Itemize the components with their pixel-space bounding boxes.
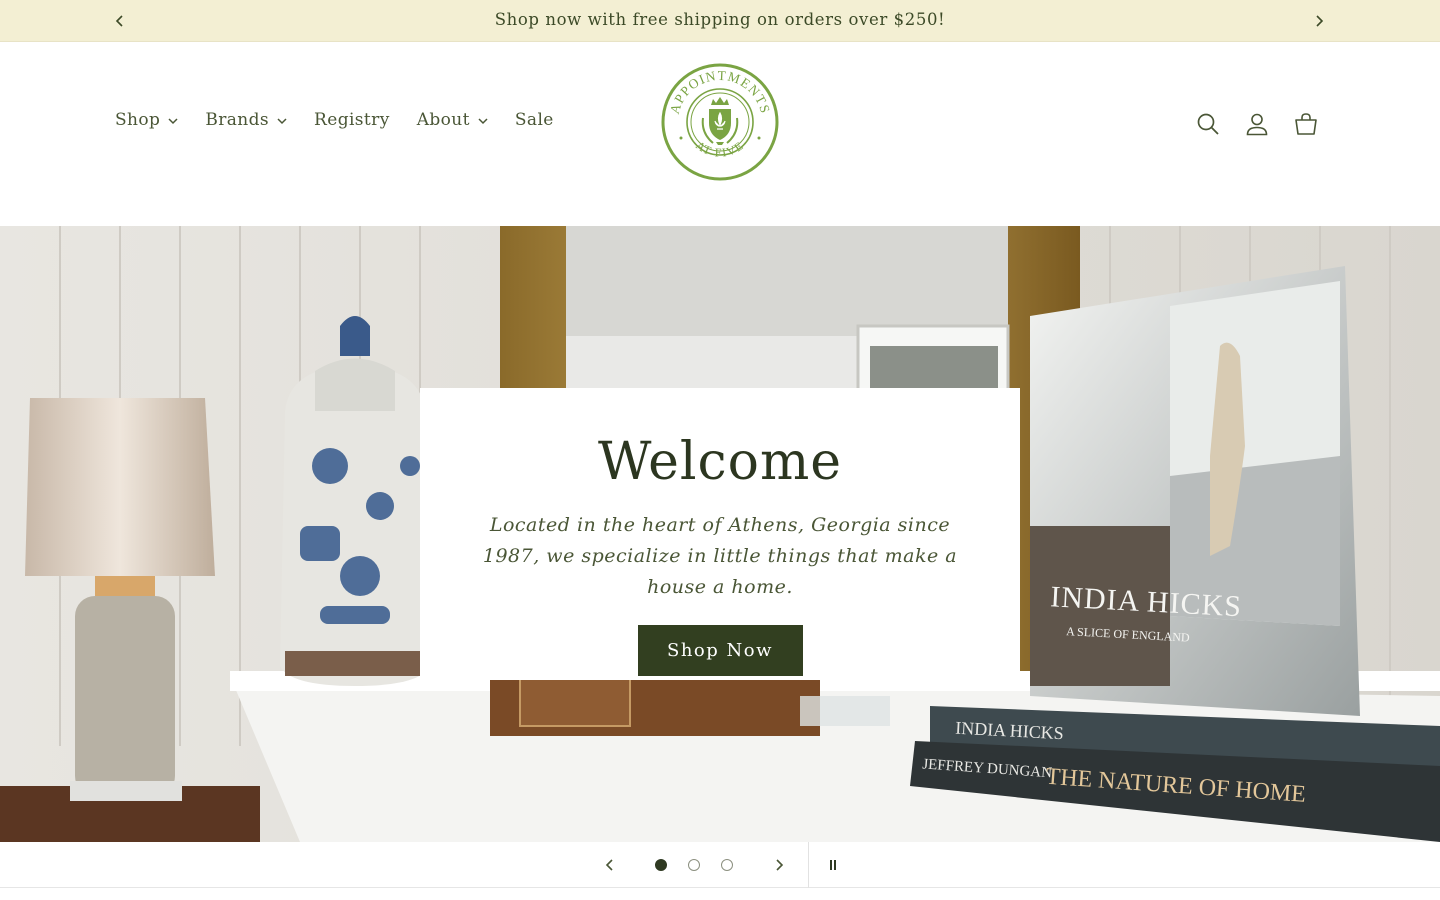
nav-item-label: Shop <box>115 110 161 130</box>
hero-slideshow: INDIA HICKS A SLICE OF ENGLAND INDIA HIC… <box>0 226 1440 842</box>
account-icon <box>1246 113 1268 136</box>
slide-prev-button[interactable] <box>600 855 620 875</box>
chevron-down-icon <box>277 118 287 125</box>
pause-button[interactable] <box>823 855 843 875</box>
nav-item-label: About <box>416 110 470 130</box>
slide-dot-1[interactable] <box>655 859 667 871</box>
nav-item-sale[interactable]: Sale <box>515 110 554 130</box>
nav-item-shop[interactable]: Shop <box>115 110 178 130</box>
slide-dot-indicator <box>655 859 667 871</box>
slide-dot-3[interactable] <box>721 859 733 871</box>
cart-button[interactable] <box>1290 108 1322 140</box>
announcement-bar: Shop now with free shipping on orders ov… <box>0 0 1440 42</box>
nav-item-label: Brands <box>205 110 270 130</box>
nav-item-registry[interactable]: Registry <box>314 110 390 130</box>
chevron-left-icon <box>605 859 613 871</box>
chevron-right-icon <box>1316 15 1324 27</box>
slide-dot-indicator <box>688 859 700 871</box>
chevron-right-icon <box>776 859 784 871</box>
cart-icon <box>1295 113 1317 135</box>
search-button[interactable] <box>1192 108 1224 140</box>
hero-title: Welcome <box>597 432 843 492</box>
nav-item-label: Sale <box>514 110 554 130</box>
slide-dot-indicator <box>721 859 733 871</box>
nav-item-about[interactable]: About <box>417 110 488 130</box>
main-nav: Shop Brands Registry About Sale <box>115 110 581 130</box>
site-header: Shop Brands Registry About Sale APPOINTM… <box>0 42 1440 226</box>
site-logo[interactable]: APPOINTMENTS AT FIVE <box>661 63 779 181</box>
controls-divider <box>808 842 809 888</box>
nav-item-brands[interactable]: Brands <box>205 110 287 130</box>
nav-item-label: Registry <box>314 110 390 130</box>
slide-next-button[interactable] <box>769 855 789 875</box>
slideshow-controls <box>0 842 1440 888</box>
welcome-card: Welcome Located in the heart of Athens, … <box>420 388 1020 680</box>
pause-icon <box>830 860 836 870</box>
chevron-down-icon <box>168 118 178 125</box>
shop-now-button[interactable]: Shop Now <box>637 625 803 676</box>
slide-dot-2[interactable] <box>688 859 700 871</box>
header-icons <box>1192 108 1339 140</box>
hero-subtitle: Located in the heart of Athens, Georgia … <box>482 514 958 598</box>
announcement-message: Shop now with free shipping on orders ov… <box>494 10 946 29</box>
account-button[interactable] <box>1241 108 1273 140</box>
chevron-down-icon <box>478 118 488 125</box>
logo-seal: APPOINTMENTS AT FIVE <box>661 63 779 181</box>
announcement-next-button[interactable] <box>1309 11 1329 31</box>
search-icon <box>1197 113 1219 135</box>
